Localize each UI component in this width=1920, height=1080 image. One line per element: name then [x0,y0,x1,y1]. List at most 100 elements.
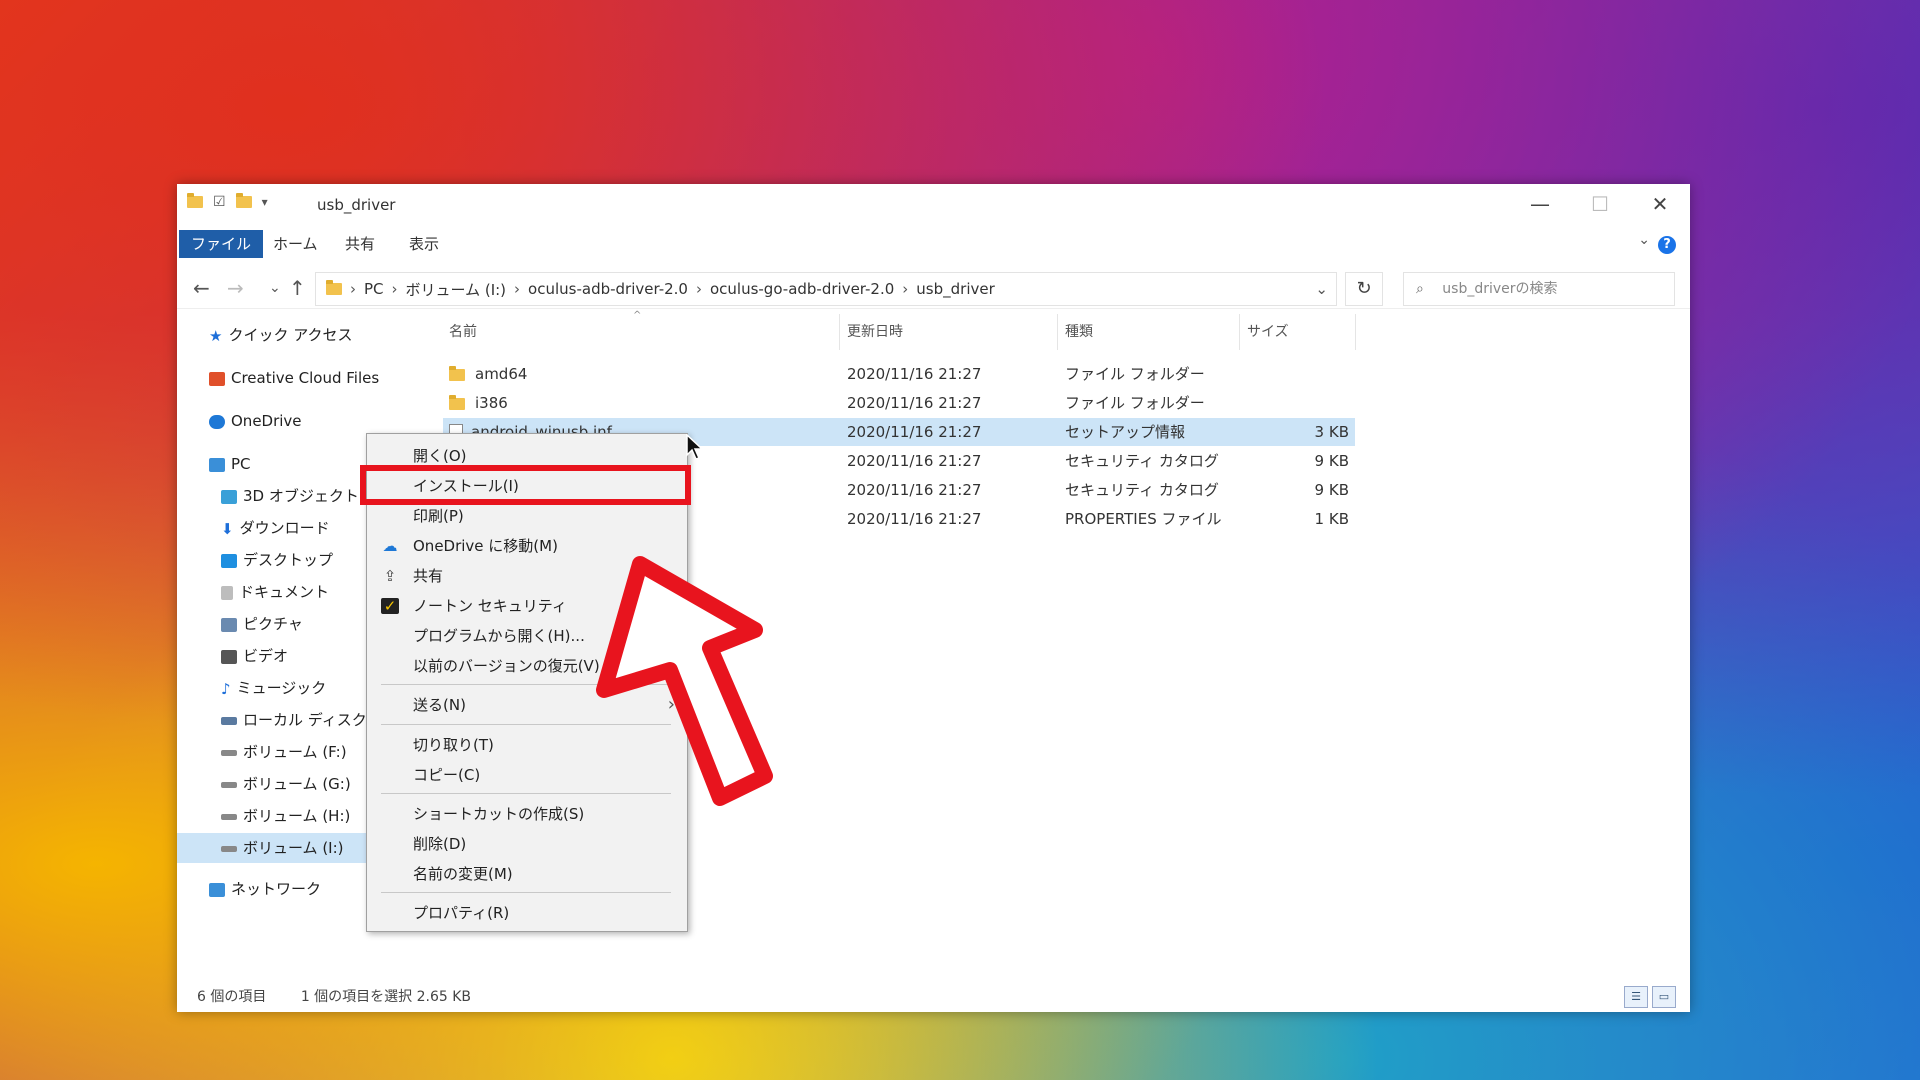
menu-label: 以前のバージョンの復元(V) [413,657,600,675]
drive-icon [221,845,237,852]
forward-button[interactable]: → [227,276,244,300]
nav-creative-cloud[interactable]: Creative Cloud Files [209,363,449,393]
recent-locations-button[interactable]: ⌄ [269,280,281,296]
ribbon-tabs: ファイル ホーム 共有 表示 [177,230,1690,260]
menu-item-rename[interactable]: 名前の変更(M) [367,860,687,888]
onedrive-icon [209,414,225,429]
file-date: 2020/11/16 21:27 [847,481,982,499]
column-divider[interactable] [1239,314,1240,350]
menu-label: 共有 [413,567,444,585]
document-icon [221,585,233,600]
file-type: ファイル フォルダー [1065,394,1205,412]
column-divider[interactable] [1057,314,1058,350]
nav-label: ボリューム (G:) [243,775,351,793]
onedrive-icon: ☁ [382,537,398,555]
menu-label: プログラムから開く(H)... [413,627,585,645]
address-bar[interactable]: › PC › ボリューム (I:) › oculus-adb-driver-2.… [315,272,1337,306]
column-header-name[interactable]: 名前 [449,314,477,350]
item-count: 6 個の項目 [197,989,267,1005]
file-type: PROPERTIES ファイル [1065,510,1222,528]
search-input[interactable]: ⌕ usb_driverの検索 [1403,272,1675,306]
video-icon [221,649,237,664]
menu-label: OneDrive に移動(M) [413,537,558,555]
file-size: 1 KB [1314,510,1349,528]
back-button[interactable]: ← [193,276,210,300]
refresh-button[interactable]: ↻ [1345,272,1383,306]
tab-share[interactable]: 共有 [333,230,387,258]
address-row: ← → ⌄ ↑ › PC › ボリューム (I:) › oculus-adb-d… [177,268,1690,309]
menu-label: プロパティ(R) [413,904,510,922]
column-divider[interactable] [1355,314,1356,350]
large-icons-view-icon[interactable]: ▭ [1652,986,1676,1008]
tab-file[interactable]: ファイル [179,230,264,258]
column-divider[interactable] [839,314,840,350]
nav-label: ドキュメント [239,583,330,601]
breadcrumb-usb-driver[interactable]: usb_driver [916,280,994,298]
breadcrumb-oculus-adb[interactable]: oculus-adb-driver-2.0 [528,280,688,298]
drive-icon [221,749,237,756]
breadcrumb-volume-i[interactable]: ボリューム (I:) [406,279,507,300]
minimize-button[interactable]: — [1510,184,1570,224]
drive-icon [221,813,237,820]
chevron-right-icon: › [350,280,356,298]
file-date: 2020/11/16 21:27 [847,452,982,470]
file-date: 2020/11/16 21:27 [847,394,982,412]
menu-label: 印刷(P) [413,507,464,525]
nav-onedrive[interactable]: OneDrive [209,406,449,436]
column-header-type[interactable]: 種類 [1065,314,1093,350]
file-size: 9 KB [1314,452,1349,470]
nav-label: ボリューム (F:) [243,743,347,761]
nav-label: ネットワーク [231,880,322,898]
new-folder-icon[interactable] [235,193,252,208]
menu-item-delete[interactable]: 削除(D) [367,830,687,858]
breadcrumb-pc[interactable]: PC [364,280,384,298]
file-date: 2020/11/16 21:27 [847,365,982,383]
address-dropdown-icon[interactable]: ⌄ [1315,280,1328,298]
file-row[interactable]: amd64 2020/11/16 21:27 ファイル フォルダー [443,360,1355,388]
network-icon [209,882,225,897]
details-view-icon[interactable]: ☰ [1624,986,1648,1008]
sort-indicator-icon: ^ [633,310,642,321]
nav-label: Creative Cloud Files [231,369,380,387]
selection-info: 1 個の項目を選択 2.65 KB [300,989,472,1005]
help-icon[interactable]: ? [1658,236,1676,254]
status-bar: 6 個の項目 1 個の項目を選択 2.65 KB [197,986,471,1006]
menu-item-properties[interactable]: プロパティ(R) [367,899,687,927]
file-date: 2020/11/16 21:27 [847,510,982,528]
install-highlight-box [360,465,691,505]
nav-quick-access[interactable]: ★ クイック アクセス [209,320,449,350]
nav-label: OneDrive [231,412,302,430]
nav-label: 3D オブジェクト [243,487,359,505]
menu-item-print[interactable]: 印刷(P) [367,502,687,530]
tab-view[interactable]: 表示 [397,230,451,258]
close-button[interactable]: ✕ [1630,184,1690,224]
file-type: セットアップ情報 [1065,423,1186,441]
nav-label: ピクチャ [243,615,303,633]
menu-label: ショートカットの作成(S) [413,805,585,823]
customize-toolbar-icon[interactable]: ▾ [262,195,268,209]
column-header-size[interactable]: サイズ [1247,314,1289,350]
menu-label: 切り取り(T) [413,736,494,754]
breadcrumb-oculus-go-adb[interactable]: oculus-go-adb-driver-2.0 [710,280,894,298]
pointing-arrow-icon [596,556,773,806]
chevron-right-icon: › [514,280,521,298]
nav-label: ミュージック [236,679,327,697]
properties-check-icon[interactable]: ☑ [213,194,226,210]
view-switcher: ☰ ▭ [1624,986,1676,1008]
menu-label: 送る(N) [413,696,466,714]
maximize-button[interactable]: ☐ [1570,184,1630,224]
column-header-date[interactable]: 更新日時 [847,314,903,350]
nav-label: ダウンロード [239,519,330,537]
file-type: セキュリティ カタログ [1065,481,1219,499]
tab-home[interactable]: ホーム [261,230,330,258]
up-button[interactable]: ↑ [289,276,306,300]
file-name: i386 [475,394,508,412]
nav-label: PC [231,455,251,473]
nav-label: ボリューム (H:) [243,807,351,825]
folder-icon [449,394,465,410]
mouse-cursor-icon [686,434,704,460]
disk-icon [221,716,237,725]
ribbon-expand-icon[interactable]: ⌄ [1638,232,1650,248]
file-row[interactable]: i386 2020/11/16 21:27 ファイル フォルダー [443,389,1355,417]
norton-icon: ✓ [381,598,399,614]
